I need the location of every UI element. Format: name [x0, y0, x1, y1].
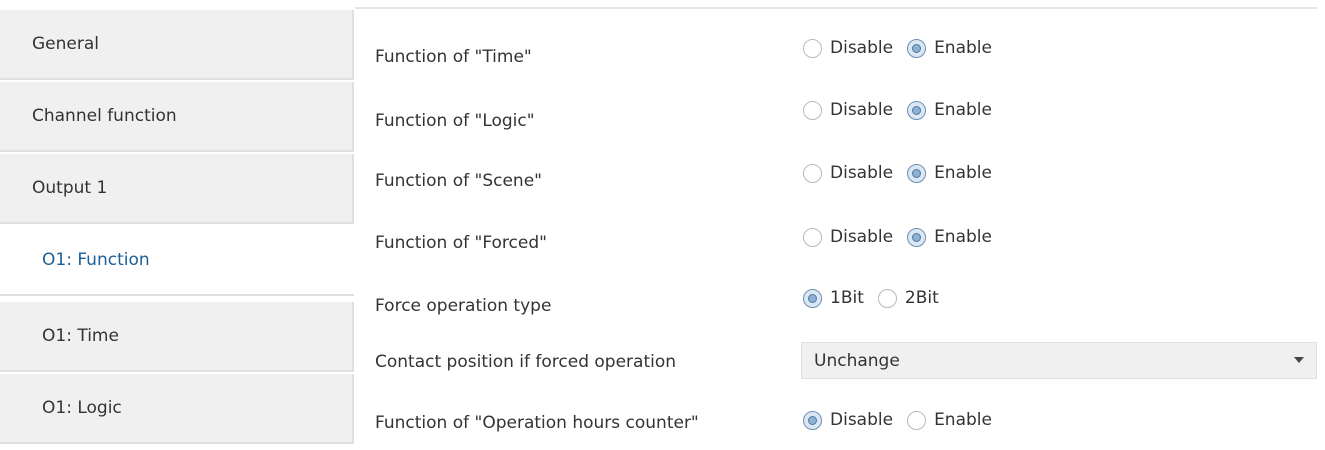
radio-label: 2Bit: [904, 288, 939, 308]
chevron-down-icon: [1294, 357, 1304, 363]
radio-option-disable[interactable]: Disable: [803, 38, 893, 58]
radio-option-2bit[interactable]: 2Bit: [877, 288, 939, 308]
radio-button[interactable]: [803, 38, 822, 58]
radio-button[interactable]: [803, 163, 822, 183]
sidebar-item-label: O1: Time: [42, 326, 119, 346]
radio-label: Enable: [934, 38, 992, 58]
radio-label: Disable: [830, 410, 894, 430]
sidebar-item-output-1[interactable]: Output 1: [0, 154, 354, 224]
param-label-logic: Function of "Logic": [375, 111, 535, 131]
radio-group-logic: Disable Enable: [803, 100, 1006, 120]
radio-label: Enable: [934, 227, 992, 247]
radio-label: Disable: [830, 227, 894, 247]
sidebar-item-label: Channel function: [32, 106, 177, 126]
radio-group-operation-hours-counter: Disable Enable: [803, 410, 1006, 430]
radio-group-forced: Disable Enable: [803, 227, 1006, 247]
radio-option-disable[interactable]: Disable: [803, 100, 893, 120]
radio-label: Disable: [830, 100, 894, 120]
param-label-force-operation-type: Force operation type: [375, 296, 552, 316]
top-divider: [355, 7, 1317, 9]
sidebar: General Channel function Output 1 O1: Fu…: [0, 0, 355, 450]
radio-label: Disable: [830, 38, 894, 58]
radio-button[interactable]: [907, 410, 927, 430]
radio-label: Enable: [934, 100, 992, 120]
radio-option-enable[interactable]: Enable: [907, 100, 992, 120]
radio-label: Disable: [830, 163, 894, 183]
radio-button[interactable]: [907, 100, 927, 120]
param-label-operation-hours-counter: Function of "Operation hours counter": [375, 413, 699, 433]
radio-group-time: Disable Enable: [803, 38, 1006, 58]
sidebar-item-general[interactable]: General: [0, 10, 354, 80]
radio-option-1bit[interactable]: 1Bit: [803, 288, 864, 308]
sidebar-item-label: Output 1: [32, 178, 108, 198]
radio-option-enable[interactable]: Enable: [907, 227, 992, 247]
sidebar-item-o1-logic[interactable]: O1: Logic: [0, 374, 354, 444]
sidebar-item-o1-time[interactable]: O1: Time: [0, 302, 354, 372]
radio-button[interactable]: [907, 38, 927, 58]
param-label-time: Function of "Time": [375, 47, 532, 67]
radio-group-force-operation-type: 1Bit 2Bit: [803, 288, 953, 308]
sidebar-item-channel-function[interactable]: Channel function: [0, 82, 354, 152]
param-label-forced: Function of "Forced": [375, 233, 547, 253]
radio-button[interactable]: [907, 163, 927, 183]
sidebar-item-label: O1: Function: [42, 250, 150, 270]
radio-option-disable[interactable]: Disable: [803, 163, 893, 183]
radio-button[interactable]: [877, 288, 897, 308]
dropdown-value: Unchange: [814, 350, 900, 371]
radio-button[interactable]: [803, 410, 822, 430]
param-label-contact-position: Contact position if forced operation: [375, 352, 677, 372]
radio-option-enable[interactable]: Enable: [907, 410, 992, 430]
radio-option-disable[interactable]: Disable: [803, 410, 893, 430]
radio-option-disable[interactable]: Disable: [803, 227, 893, 247]
radio-label: Enable: [934, 163, 992, 183]
radio-label: Enable: [934, 410, 992, 430]
sidebar-item-o1-function[interactable]: O1: Function: [0, 226, 354, 296]
contact-position-dropdown[interactable]: Unchange: [801, 342, 1317, 379]
radio-group-scene: Disable Enable: [803, 163, 1006, 183]
radio-option-enable[interactable]: Enable: [907, 38, 992, 58]
radio-button[interactable]: [803, 100, 822, 120]
radio-label: 1Bit: [830, 288, 864, 308]
radio-button[interactable]: [803, 288, 822, 308]
radio-option-enable[interactable]: Enable: [907, 163, 992, 183]
radio-button[interactable]: [803, 227, 822, 247]
radio-button[interactable]: [907, 227, 927, 247]
sidebar-item-label: O1: Logic: [42, 398, 122, 418]
sidebar-item-label: General: [32, 34, 99, 54]
param-label-scene: Function of "Scene": [375, 171, 542, 191]
